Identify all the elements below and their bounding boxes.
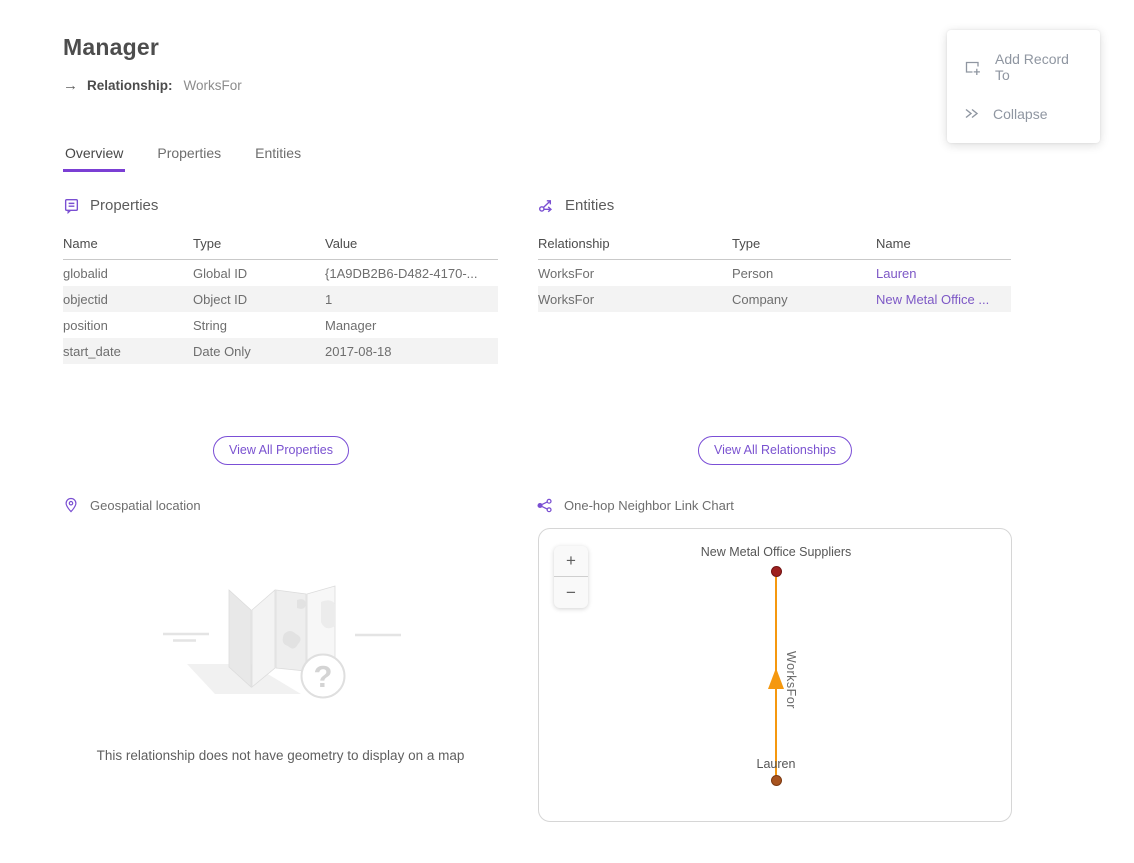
column-header-name: Name xyxy=(63,230,193,260)
entity-relationship: WorksFor xyxy=(538,286,732,312)
geospatial-section-title: Geospatial location xyxy=(90,498,201,513)
column-header-relationship: Relationship xyxy=(538,230,732,260)
property-type: Object ID xyxy=(193,286,325,312)
tab-overview[interactable]: Overview xyxy=(63,143,125,172)
entity-type: Person xyxy=(732,260,876,287)
column-header-name: Name xyxy=(876,230,1011,260)
property-value: {1A9DB2B6-D482-4170-... xyxy=(325,260,498,287)
property-value: 1 xyxy=(325,286,498,312)
link-chart-panel: + − New Metal Office Suppliers WorksFor … xyxy=(538,528,1012,822)
link-chart-icon xyxy=(536,497,553,514)
relationship-value: WorksFor xyxy=(184,78,242,93)
collapse-icon xyxy=(963,105,980,122)
no-geometry-message: This relationship does not have geometry… xyxy=(63,748,498,763)
entity-name-cell: New Metal Office ... xyxy=(876,286,1011,312)
menu-item-add-record-to[interactable]: Add Record To xyxy=(947,40,1100,94)
view-all-properties-button[interactable]: View All Properties xyxy=(213,436,349,465)
table-row: start_date Date Only 2017-08-18 xyxy=(63,338,498,364)
page-title: Manager xyxy=(63,34,159,61)
map-pin-icon xyxy=(63,497,79,513)
link-chart-section-title: One-hop Neighbor Link Chart xyxy=(564,498,734,513)
link-chart-section-header: One-hop Neighbor Link Chart xyxy=(536,497,734,514)
property-type: Date Only xyxy=(193,338,325,364)
table-row: globalid Global ID {1A9DB2B6-D482-4170-.… xyxy=(63,260,498,287)
property-type: Global ID xyxy=(193,260,325,287)
record-type-line: → Relationship: WorksFor xyxy=(63,77,242,94)
map-placeholder: ? xyxy=(63,572,498,739)
menu-item-label: Add Record To xyxy=(995,51,1084,83)
zoom-in-button[interactable]: + xyxy=(554,546,588,577)
context-menu: Add Record To Collapse xyxy=(947,30,1100,143)
table-row: objectid Object ID 1 xyxy=(63,286,498,312)
folded-map-graphic: ? xyxy=(151,572,411,734)
zoom-control: + − xyxy=(554,546,588,608)
node-label-bottom: Lauren xyxy=(757,757,796,771)
graph-edge-label: WorksFor xyxy=(784,651,798,709)
node-label-top: New Metal Office Suppliers xyxy=(701,545,852,559)
tab-bar: Overview Properties Entities xyxy=(63,143,303,172)
record-overview-page: Manager → Relationship: WorksFor Add Rec… xyxy=(0,0,1134,863)
properties-section-header: Properties xyxy=(63,197,158,214)
table-row: position String Manager xyxy=(63,312,498,338)
graph-edge-arrow-icon xyxy=(768,668,784,689)
properties-section-title: Properties xyxy=(90,197,158,214)
properties-table-header: Name Type Value xyxy=(63,230,498,260)
properties-icon xyxy=(63,197,80,214)
add-record-icon xyxy=(963,58,982,77)
column-header-type: Type xyxy=(732,230,876,260)
entities-section-title: Entities xyxy=(565,197,614,214)
table-row: WorksFor Person Lauren xyxy=(538,260,1011,287)
relationship-label: Relationship: xyxy=(87,78,173,93)
zoom-out-button[interactable]: − xyxy=(554,577,588,608)
property-name: start_date xyxy=(63,338,193,364)
property-name: objectid xyxy=(63,286,193,312)
property-type: String xyxy=(193,312,325,338)
entities-table-header: Relationship Type Name xyxy=(538,230,1011,260)
property-name: globalid xyxy=(63,260,193,287)
entities-table: Relationship Type Name WorksFor Person L… xyxy=(538,230,1011,312)
entities-section-header: Entities xyxy=(538,197,614,214)
tab-entities[interactable]: Entities xyxy=(253,143,303,172)
svg-text:?: ? xyxy=(313,659,332,694)
geospatial-section-header: Geospatial location xyxy=(63,497,201,513)
view-all-relationships-button[interactable]: View All Relationships xyxy=(698,436,852,465)
property-value: Manager xyxy=(325,312,498,338)
relationship-arrow-icon: → xyxy=(63,77,78,94)
entity-type: Company xyxy=(732,286,876,312)
properties-table: Name Type Value globalid Global ID {1A9D… xyxy=(63,230,498,364)
graph-node-company[interactable] xyxy=(771,566,782,577)
menu-item-label: Collapse xyxy=(993,106,1047,122)
entities-icon xyxy=(538,197,555,214)
property-value: 2017-08-18 xyxy=(325,338,498,364)
entity-link[interactable]: New Metal Office ... xyxy=(876,292,989,307)
entity-relationship: WorksFor xyxy=(538,260,732,287)
graph-node-person[interactable] xyxy=(771,775,782,786)
column-header-type: Type xyxy=(193,230,325,260)
table-row: WorksFor Company New Metal Office ... xyxy=(538,286,1011,312)
entity-link[interactable]: Lauren xyxy=(876,266,916,281)
menu-item-collapse[interactable]: Collapse xyxy=(947,94,1100,133)
property-name: position xyxy=(63,312,193,338)
entity-name-cell: Lauren xyxy=(876,260,1011,287)
column-header-value: Value xyxy=(325,230,498,260)
tab-properties[interactable]: Properties xyxy=(155,143,223,172)
